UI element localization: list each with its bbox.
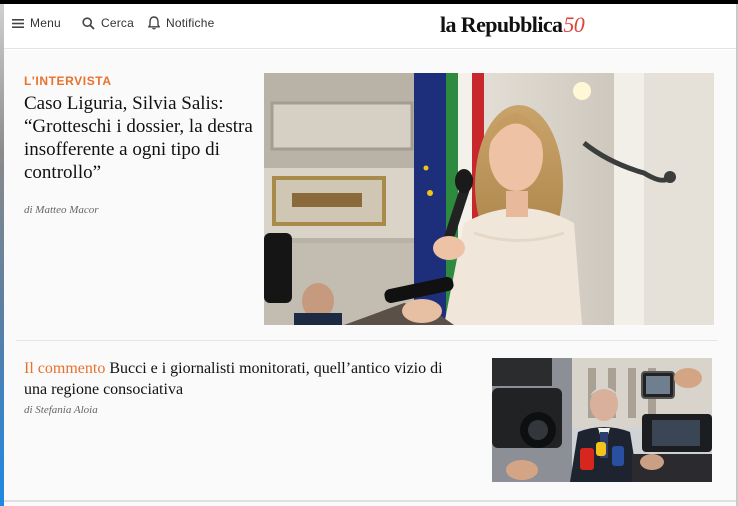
notifications-label: Notifiche: [166, 16, 215, 30]
comment-label: Il commento: [24, 360, 106, 377]
logo-anniversary: 50: [563, 12, 585, 37]
homepage-content: L'INTERVISTA Caso Liguria, Silvia Salis:…: [4, 50, 736, 506]
search-button[interactable]: Cerca: [82, 16, 134, 30]
second-story-byline: di Stefania Aloia: [24, 404, 98, 416]
speaker-at-microphone-image: [264, 73, 714, 325]
second-story-photo[interactable]: [492, 358, 712, 482]
lead-story-headline[interactable]: Caso Liguria, Silvia Salis: “Grotteschi …: [24, 92, 259, 184]
search-icon: [82, 16, 95, 30]
lead-story-card[interactable]: L'INTERVISTA Caso Liguria, Silvia Salis:…: [12, 64, 720, 334]
site-header: Menu Cerca Notifiche la Repubblica50: [4, 4, 736, 49]
bottom-rule: [4, 500, 736, 502]
section-divider: [16, 340, 718, 341]
lead-story-byline: di Matteo Macor: [24, 204, 99, 216]
story-kicker: L'INTERVISTA: [24, 74, 112, 88]
site-logo[interactable]: la Repubblica50: [440, 12, 585, 38]
lead-story-photo[interactable]: [264, 73, 714, 325]
logo-text: la Repubblica: [440, 12, 563, 37]
menu-label: Menu: [30, 16, 61, 30]
menu-icon: [12, 18, 24, 28]
notifications-button[interactable]: Notifiche: [148, 16, 215, 30]
menu-button[interactable]: Menu: [12, 16, 61, 30]
bell-icon: [148, 16, 160, 30]
second-story-headline[interactable]: Il commento Bucci e i giornalisti monito…: [24, 358, 454, 400]
search-label: Cerca: [101, 16, 135, 30]
second-story-card[interactable]: Il commento Bucci e i giornalisti monito…: [12, 348, 720, 488]
press-scrum-image: [492, 358, 712, 482]
